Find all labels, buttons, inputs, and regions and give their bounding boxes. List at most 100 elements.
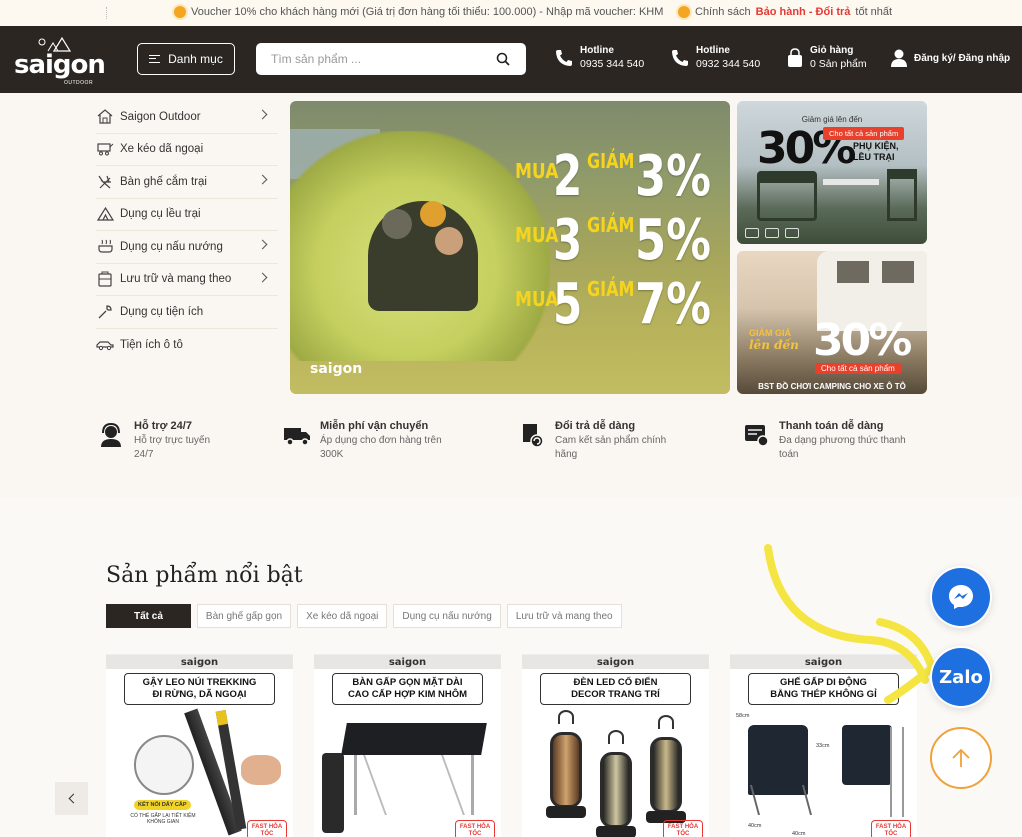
category-button[interactable]: Danh mục — [137, 43, 235, 75]
search-input[interactable] — [256, 52, 486, 66]
product-card[interactable]: saigon BÀN GẤP GỌN MẶT DÀI CAO CẤP HỢP K… — [314, 654, 501, 837]
menu-icon — [149, 55, 161, 63]
chair-icon — [96, 174, 114, 190]
sidebar-item-luu-tru[interactable]: Lưu trữ và mang theo — [96, 264, 278, 296]
sidebar-item-nau-nuong[interactable]: Dụng cụ nấu nướng — [96, 231, 278, 264]
account-link[interactable]: Đăng ký/ Đăng nhập — [890, 48, 1010, 68]
promo-pct: 7% — [635, 272, 712, 337]
product-title-line: BẰNG THÉP KHÔNG GỈ — [770, 688, 877, 700]
sidebar-item-tien-ich[interactable]: Dụng cụ tiện ích — [96, 296, 278, 329]
phone-icon — [556, 49, 572, 66]
hotline-2[interactable]: Hotline 0932 344 540 — [670, 45, 760, 70]
product-title-line: ĐI RỪNG, DÃ NGOẠI — [152, 688, 247, 700]
promo-text: MUA 2 GIẢM 3% MUA 3 GIẢM 5% MUA 5 GIẢM 7… — [515, 141, 715, 333]
site-header: saigon OUTDOOR Danh mục Hotline 0935 344… — [0, 26, 1022, 93]
site-logo[interactable]: saigon OUTDOOR — [14, 36, 106, 86]
feature-desc: Đa dạng phương thức thanh toán — [779, 435, 906, 460]
sidebar-item-ban-ghe[interactable]: Bàn ghế cắm trại — [96, 166, 278, 199]
tab-all[interactable]: Tất cả — [106, 604, 191, 628]
side-banner-car-camping[interactable]: GIẢM GIÁ lên đến 30% Cho tất cả sản phẩm… — [737, 251, 927, 394]
card-logo: saigon — [180, 657, 219, 668]
sidebar-item-saigon-outdoor[interactable]: Saigon Outdoor — [96, 101, 278, 134]
cart-label: Giỏ hàng — [810, 45, 854, 56]
product-title-line: ĐÈN LED CỔ ĐIỂN — [573, 677, 658, 688]
support-icon — [96, 420, 126, 450]
promo-num: 2 — [553, 144, 583, 209]
hotline-label: Hotline — [696, 45, 730, 56]
sidebar-item-o-to[interactable]: Tiện ích ô tô — [96, 329, 278, 362]
dimension-label: 40cm — [792, 831, 806, 837]
chevron-right-icon — [257, 174, 268, 185]
messenger-icon — [932, 568, 990, 626]
lantern-image — [646, 715, 686, 835]
sidebar-item-xe-keo[interactable]: Xe kéo dã ngoại — [96, 134, 278, 166]
banner-discount-label: GIẢM GIÁ lên đến — [749, 328, 799, 352]
product-title-line: BÀN GẤP GỌN MẶT DÀI — [352, 677, 463, 688]
feature-desc: Áp dụng cho đơn hàng trên 300K — [320, 435, 442, 460]
divider — [106, 7, 108, 19]
fast-delivery-badge: FAST HỎA TỐC — [663, 820, 703, 837]
lantern-image — [596, 730, 636, 837]
phone-icon — [672, 49, 688, 66]
feature-title: Đổi trả dễ dàng — [555, 420, 636, 432]
truck-icon — [282, 420, 312, 450]
product-title: GHẾ GẤP DI ĐỘNG BẰNG THÉP KHÔNG GỈ — [748, 673, 899, 705]
hotline-number: 0935 344 540 — [580, 58, 645, 70]
folded-frame-image — [890, 727, 904, 817]
scroll-to-top-button[interactable] — [930, 727, 992, 789]
tab-folding-furniture[interactable]: Bàn ghế gấp gọn — [196, 604, 292, 628]
product-card[interactable]: saigon ĐÈN LED CỔ ĐIỂN DECOR TRANG TRÍ F… — [522, 654, 709, 837]
chevron-left-icon — [68, 793, 78, 804]
payment-icon — [741, 420, 771, 450]
promo-num: 3 — [553, 208, 583, 273]
cart[interactable]: Giỏ hàng 0 Sản phẩm — [786, 45, 867, 70]
sidebar-item-label: Xe kéo dã ngoại — [120, 143, 204, 156]
promo-giam: GIẢM — [587, 277, 635, 301]
zalo-icon: Zalo — [932, 648, 990, 706]
product-title-line: GHẾ GẤP DI ĐỘNG — [780, 677, 867, 688]
sidebar-item-label: Lưu trữ và mang theo — [120, 273, 232, 286]
dimension-label: 33cm — [816, 743, 830, 749]
carousel-prev-button[interactable] — [55, 782, 88, 815]
category-label: Danh mục — [168, 52, 223, 66]
messenger-button[interactable] — [930, 566, 992, 628]
category-sidebar: Saigon Outdoor Xe kéo dã ngoại Bàn ghế c… — [96, 101, 278, 361]
policy-highlight[interactable]: Bảo hành - Đổi trả — [756, 6, 851, 18]
sidebar-item-label: Dụng cụ tiện ích — [120, 305, 204, 318]
product-title-line: CAO CẤP HỢP KIM NHÔM — [347, 688, 468, 700]
side-banner-accessories[interactable]: Giảm giá lên đến 30% Cho tất cả sản phẩm… — [737, 101, 927, 244]
product-title: ĐÈN LED CỔ ĐIỂN DECOR TRANG TRÍ — [540, 673, 691, 705]
tab-storage[interactable]: Lưu trữ và mang theo — [506, 604, 622, 628]
bag-image — [322, 753, 344, 833]
policy-suffix: tốt nhất — [855, 6, 893, 18]
feature-desc: Hỗ trợ trực tuyến 24/7 — [134, 435, 211, 460]
sidebar-item-leu-trai[interactable]: Dụng cụ lều trại — [96, 199, 278, 231]
promo-giam: GIẢM — [587, 149, 635, 173]
tab-cooking[interactable]: Dụng cụ nấu nướng — [393, 604, 501, 628]
sidebar-item-label: Dụng cụ nấu nướng — [120, 240, 223, 253]
hotline-1[interactable]: Hotline 0935 344 540 — [554, 45, 644, 70]
chevron-right-icon — [257, 109, 268, 120]
fast-delivery-badge: FAST HỎA TỐC — [871, 820, 911, 837]
product-list: saigon GẬY LEO NÚI TREKKING ĐI RỪNG, DÃ … — [106, 654, 917, 837]
product-card[interactable]: saigon GẬY LEO NÚI TREKKING ĐI RỪNG, DÃ … — [106, 654, 293, 837]
shopping-bag-icon — [788, 47, 802, 67]
hero-banner[interactable]: MUA 2 GIẢM 3% MUA 3 GIẢM 5% MUA 5 GIẢM 7… — [290, 101, 730, 394]
product-image — [341, 723, 487, 755]
main-content: Saigon Outdoor Xe kéo dã ngoại Bàn ghế c… — [0, 93, 1022, 497]
user-icon — [891, 49, 907, 67]
hotline-number: 0932 344 540 — [696, 58, 761, 70]
tab-wagon[interactable]: Xe kéo dã ngoại — [297, 604, 388, 628]
zalo-button[interactable]: Zalo — [930, 646, 992, 708]
promo-row: MUA 2 GIẢM 3% — [515, 141, 715, 205]
policy-announcement[interactable]: Chính sách Bảo hành - Đổi trả tốt nhất — [678, 6, 892, 18]
promo-num: 5 — [553, 272, 583, 337]
product-card[interactable]: saigon GHẾ GẤP DI ĐỘNG BẰNG THÉP KHÔNG G… — [730, 654, 917, 837]
lantern-image — [546, 710, 586, 830]
search-button[interactable] — [486, 43, 520, 75]
chair-back-image — [842, 725, 892, 785]
feature-shipping: Miễn phí vận chuyển Áp dụng cho đơn hàng… — [282, 420, 450, 461]
policy-prefix: Chính sách — [695, 6, 751, 18]
hotline-label: Hotline — [580, 45, 614, 56]
logo-sub: OUTDOOR — [64, 80, 94, 86]
